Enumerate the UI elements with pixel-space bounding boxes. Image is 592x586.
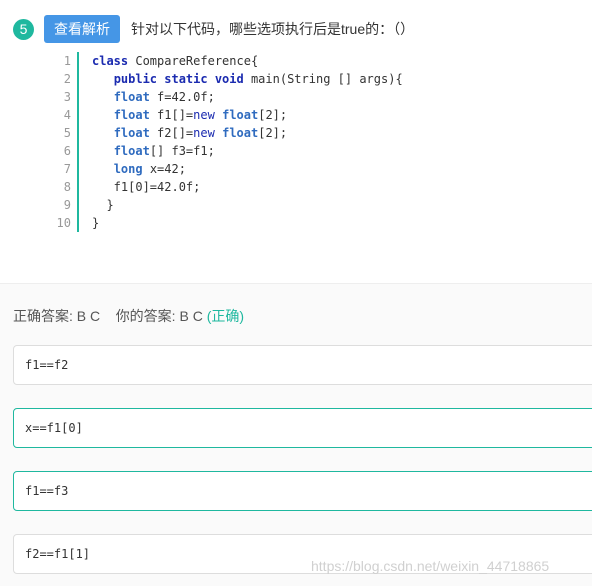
code-line: 10 } — [53, 214, 483, 232]
code-line: 6 float[] f3=f1; — [53, 142, 483, 160]
code-line: 9 } — [53, 196, 483, 214]
line-number: 7 — [53, 160, 79, 178]
code-line: 7 long x=42; — [53, 160, 483, 178]
code-line: 8 f1[0]=42.0f; — [53, 178, 483, 196]
line-number: 1 — [53, 52, 79, 70]
code-line: 1 class CompareReference{ — [53, 52, 483, 70]
question-header: 5 查看解析 针对以下代码，哪些选项执行后是true的：（） — [13, 14, 414, 44]
line-number: 9 — [53, 196, 79, 214]
code-line: 3 float f=42.0f; — [53, 88, 483, 106]
option-c[interactable]: f1==f3 — [13, 471, 592, 511]
code-text: class CompareReference{ — [92, 54, 259, 68]
line-number: 10 — [53, 214, 79, 232]
code-text: float f2[]=new float[2]; — [113, 126, 288, 140]
option-b[interactable]: x==f1[0] — [13, 408, 592, 448]
code-text: public static void main(String [] args){ — [113, 72, 403, 86]
code-line: 5 float f2[]=new float[2]; — [53, 124, 483, 142]
code-text: } — [92, 216, 100, 230]
your-answer-label: 你的答案: B C — [115, 308, 203, 324]
code-block: 1 class CompareReference{ 2 public stati… — [53, 52, 483, 232]
code-text: float f=42.0f; — [113, 90, 215, 104]
line-number: 3 — [53, 88, 79, 106]
code-text: float f1[]=new float[2]; — [113, 108, 288, 122]
code-text: f1[0]=42.0f; — [92, 180, 201, 194]
question-number-badge: 5 — [13, 18, 34, 40]
code-text: } — [92, 198, 114, 212]
correct-answer-label: 正确答案: B C — [13, 308, 101, 324]
code-text: float[] f3=f1; — [113, 144, 215, 158]
answer-status: (正确) — [206, 308, 245, 324]
code-line: 4 float f1[]=new float[2]; — [53, 106, 483, 124]
line-number: 5 — [53, 124, 79, 142]
line-number: 2 — [53, 70, 79, 88]
answer-summary: 正确答案: B C 你的答案: B C (正确) — [13, 306, 244, 326]
view-analysis-button[interactable]: 查看解析 — [44, 15, 120, 43]
line-number: 6 — [53, 142, 79, 160]
code-text: long x=42; — [113, 162, 186, 176]
question-text: 针对以下代码，哪些选项执行后是true的：（） — [131, 21, 415, 37]
line-number: 8 — [53, 178, 79, 196]
line-number: 4 — [53, 106, 79, 124]
code-line: 2 public static void main(String [] args… — [53, 70, 483, 88]
option-a[interactable]: f1==f2 — [13, 345, 592, 385]
watermark: https://blog.csdn.net/weixin_44718865 — [311, 558, 550, 574]
